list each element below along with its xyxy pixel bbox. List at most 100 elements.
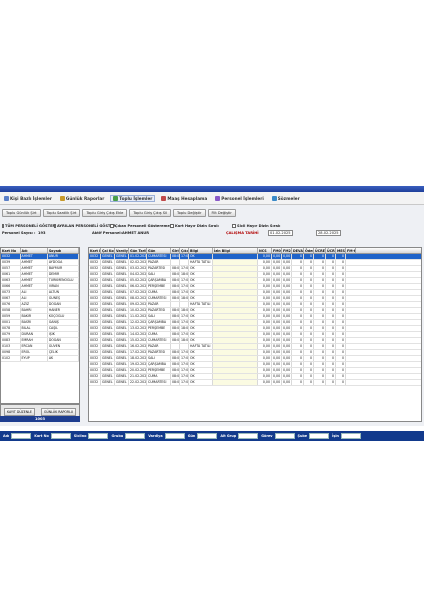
- table-cell: OK: [189, 320, 213, 325]
- filter-input[interactable]: [340, 433, 361, 439]
- toplu-gunluk-sirt-button[interactable]: Toplu Günlük Şirt: [2, 209, 41, 217]
- table-cell: OK: [189, 296, 213, 301]
- column-header[interactable]: ÜCRETM: [326, 248, 336, 253]
- table-cell: 11.02.2025: [130, 314, 147, 319]
- table-cell: 0: [314, 260, 326, 265]
- filter-bar: Adı Kart No Sicilno Grubu Vardiya Gün Alt Grup…: [0, 431, 424, 441]
- table-cell: BAHRİ: [21, 308, 48, 313]
- filter-input[interactable]: [125, 433, 146, 439]
- column-header[interactable]: FM01: [272, 248, 282, 253]
- table-cell: 0: [292, 368, 304, 373]
- table-cell: GENEL: [115, 326, 129, 331]
- column-header[interactable]: Vardiya: [115, 248, 129, 253]
- table-cell: 0,00: [283, 356, 292, 361]
- table-cell: 0067: [1, 296, 21, 301]
- table-cell: 01.02.2025: [130, 254, 147, 259]
- filter-label: Vardiya: [148, 434, 163, 438]
- table-cell: 0: [336, 332, 346, 337]
- table-cell: 0: [314, 326, 326, 331]
- table-cell: 22.02.2025: [130, 380, 147, 385]
- table-cell: 0,00: [258, 290, 272, 295]
- menu-item-toplu-islemler[interactable]: Toplu İşlemler: [110, 194, 156, 202]
- column-header[interactable]: NCS: [258, 248, 272, 253]
- table-cell: 08:04: [172, 278, 180, 283]
- table-cell: SALI: [147, 356, 171, 361]
- kayit-duzenle-button[interactable]: KAYIT DÜZENLE: [4, 408, 35, 416]
- menu-item-personel-islemleri[interactable]: Personel İşlemleri: [213, 195, 266, 201]
- table-cell: 0: [292, 350, 304, 355]
- toplu-giris-cikis-sil-button[interactable]: Toplu Giriş Çıkış Sil: [129, 209, 172, 217]
- table-cell: KOÇOĞLU: [48, 314, 79, 319]
- column-header[interactable]: FM25: [282, 248, 292, 253]
- filter-input[interactable]: [309, 433, 330, 439]
- filter-input[interactable]: [164, 433, 185, 439]
- sicil-hayir-sirali-checkbox[interactable]: Sicil Hayır Dizin Sıralı: [232, 223, 280, 228]
- table-cell: OK: [189, 254, 213, 259]
- gunluk-raporlu-button[interactable]: GÜNLÜK RAPORLU: [41, 408, 77, 416]
- column-header[interactable]: Ödeme: [304, 248, 314, 253]
- table-cell: 0,00: [273, 374, 282, 379]
- menu-item-maas-hesaplama[interactable]: Maaş Hesaplama: [159, 195, 209, 201]
- table-cell: 0: [292, 296, 304, 301]
- toplu-degistir-button[interactable]: Toplu Değiştir: [173, 209, 206, 217]
- cikan-personel-checkbox[interactable]: Çıkan Personeli Göstereme: [110, 223, 170, 228]
- attendance-table: Kart NoÇal KoduVardiyaGün TarihGünGiriş …: [88, 247, 422, 422]
- date-to-input[interactable]: 28.02.2025: [316, 230, 341, 236]
- table-cell: [180, 260, 189, 265]
- table-cell: 0: [314, 350, 326, 355]
- table-cell: GENEL: [115, 308, 129, 313]
- column-header[interactable]: Gün Tarih: [129, 248, 147, 253]
- table-cell: 0032: [89, 362, 101, 367]
- menu-item-gunluk-raporlar[interactable]: Günlük Raporlar: [58, 195, 106, 201]
- table-cell: 0,00: [273, 254, 282, 259]
- table-row[interactable]: 0032GENELGENEL22.02.2025CUMARTESİ08:0417…: [89, 380, 421, 386]
- table-cell: 17:07: [181, 266, 189, 271]
- column-header[interactable]: DEVAM: [292, 248, 304, 253]
- column-header[interactable]: ÜCRETS: [314, 248, 326, 253]
- menu-item-kisi-bazli[interactable]: Kişi Bazlı İşlemler: [2, 195, 54, 201]
- table-cell: 0: [304, 332, 314, 337]
- column-header[interactable]: FM-K: [346, 248, 356, 253]
- table-row[interactable]: 0102 EYÜP AK: [1, 356, 79, 362]
- column-header[interactable]: Bilgi: [189, 248, 213, 253]
- table-cell: DOĞAN: [48, 302, 79, 307]
- table-cell: 0,00: [283, 344, 292, 349]
- filt-degistir-button[interactable]: Filt Değiştir: [207, 209, 236, 217]
- toplu-saatlik-sirt-button[interactable]: Toplu Saatlik Şirt: [42, 209, 81, 217]
- tum-personel-checkbox[interactable]: TÜM PERSONELİ GÖSTER: [2, 223, 55, 228]
- table-cell: GENEL: [101, 290, 115, 295]
- column-header[interactable]: Çal Kodu: [101, 248, 115, 253]
- column-header[interactable]: Giriş G.: [171, 248, 180, 253]
- filter-input[interactable]: [11, 433, 32, 439]
- filter-input[interactable]: [50, 433, 71, 439]
- column-header[interactable]: MESAİ: [336, 248, 346, 253]
- table-cell: 0032: [89, 350, 101, 355]
- table-cell: SALI: [147, 314, 171, 319]
- toplu-giris-cikis-ekle-button[interactable]: Toplu Giriş Çıkış Ekle: [82, 209, 128, 217]
- filter-input[interactable]: [274, 433, 295, 439]
- table-cell: 12.02.2025: [130, 320, 147, 325]
- table-cell: OK: [189, 380, 213, 385]
- table-cell: 0: [336, 374, 346, 379]
- menu-item-sozmeler[interactable]: Sözmeler: [270, 195, 302, 201]
- filter-input[interactable]: [88, 433, 109, 439]
- column-header[interactable]: Gün: [147, 248, 171, 253]
- filter-input[interactable]: [197, 433, 218, 439]
- table-cell: PAZAR: [147, 302, 171, 307]
- kart-hayir-sirali-checkbox[interactable]: Kart Hayır Dizin Sıralı: [170, 223, 232, 228]
- menu-bar: Kişi Bazlı İşlemler Günlük Raporlar Topl…: [0, 192, 424, 205]
- column-header[interactable]: İzin Bilgi: [213, 248, 258, 253]
- table-cell: GENEL: [115, 356, 129, 361]
- column-header[interactable]: Çıkış G.: [180, 248, 189, 253]
- table-cell: [213, 338, 258, 343]
- date-from-input[interactable]: 01.02.2025: [268, 230, 293, 236]
- table-cell: 0: [304, 350, 314, 355]
- record-count: 1003: [0, 416, 80, 422]
- column-header[interactable]: Kart No: [89, 248, 101, 253]
- table-cell: 0: [314, 362, 326, 367]
- filter-input[interactable]: [238, 433, 259, 439]
- table-cell: 17:06: [181, 362, 189, 367]
- ayrilan-personel-checkbox[interactable]: AYRILAN PERSONELİ GÖSTER: [54, 223, 116, 228]
- table-cell: 0,00: [273, 296, 282, 301]
- table-cell: HAFTA TATİLİ: [189, 260, 213, 265]
